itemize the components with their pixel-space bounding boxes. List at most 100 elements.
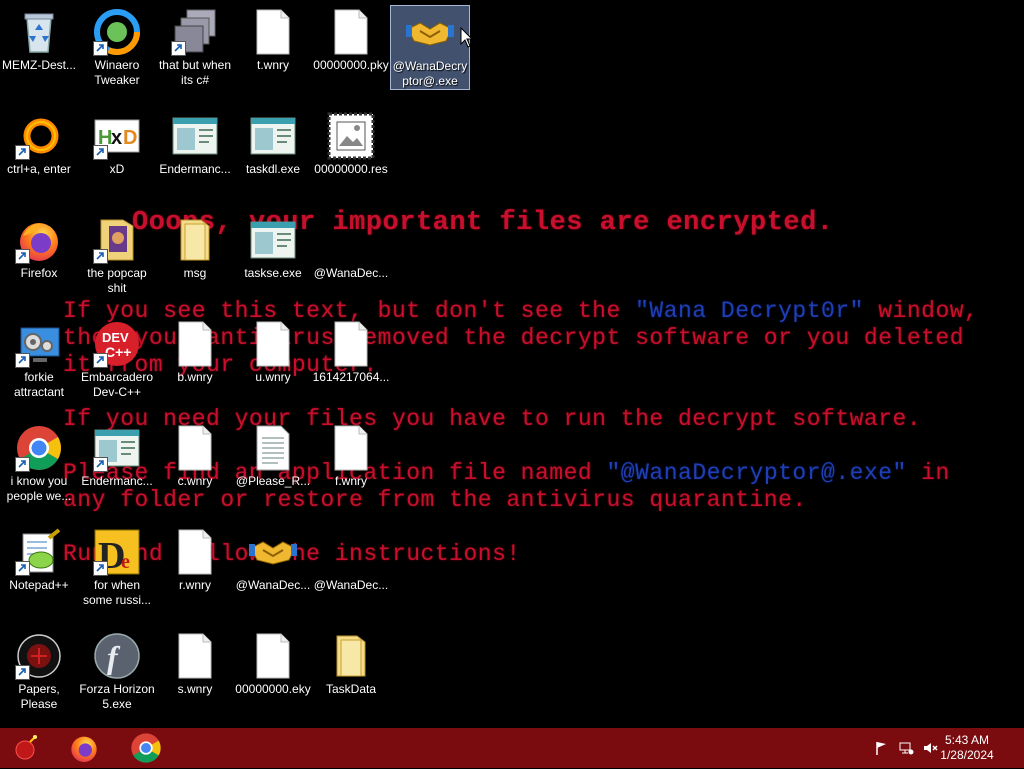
application-window-icon (171, 112, 219, 160)
svg-text:C++: C++ (105, 344, 131, 360)
folder-icon (171, 216, 219, 264)
blank-file-icon (249, 320, 297, 368)
shortcut-arrow-icon (93, 457, 108, 472)
blank-file-icon (327, 320, 375, 368)
desktop-icon-ctrl-a-enter[interactable]: ctrl+a, enter (0, 104, 78, 177)
desktop-icon-res[interactable]: 00000000.res (312, 104, 390, 177)
svg-text:D: D (123, 127, 137, 149)
shortcut-arrow-icon (15, 249, 30, 264)
desktop-icon-i-know-you[interactable]: i know you people we... (0, 416, 78, 504)
flag-icon[interactable] (874, 740, 890, 756)
svg-text:DEV: DEV (102, 330, 129, 345)
shortcut-arrow-icon (93, 41, 108, 56)
application-window-icon (93, 424, 141, 472)
blank-slot-icon (327, 528, 375, 576)
desktop-icon-c-wnry[interactable]: c.wnry (156, 416, 234, 489)
folder-icon (93, 216, 141, 264)
gear-monitor-icon (15, 320, 63, 368)
folder-icon (327, 632, 375, 680)
desktop-icon-firefox[interactable]: Firefox (0, 208, 78, 281)
orange-ring-icon (15, 112, 63, 160)
chrome-icon (130, 732, 162, 769)
blank-file-icon (327, 8, 375, 56)
winaero-tweaker-icon (93, 8, 141, 56)
desktop-icon-please-read[interactable]: @Please_R... (234, 416, 312, 489)
desktop-icon-devcpp[interactable]: DEV C++ Embarcadero Dev-C++ (78, 312, 156, 400)
desktop-icon-forza[interactable]: f Forza Horizon 5.exe (78, 624, 156, 712)
notepad-plus-icon (15, 528, 63, 576)
desktop-icon-wanadec-4[interactable]: @WanaDec... (312, 520, 390, 593)
desktop-icon-wanadec-3[interactable]: @WanaDec... (234, 520, 312, 593)
desktop-icon-notepad-plus[interactable]: Notepad++ (0, 520, 78, 593)
papers-please-icon (15, 632, 63, 680)
shortcut-arrow-icon (15, 561, 30, 576)
desktop-icon-papers-please[interactable]: Papers, Please (0, 624, 78, 712)
blank-file-icon (171, 632, 219, 680)
desktop-icon-pky[interactable]: 00000000.pky (312, 0, 390, 73)
firefox-icon (68, 732, 100, 769)
desktop-icon-taskdata[interactable]: TaskData (312, 624, 390, 697)
desktop-icon-eky[interactable]: 00000000.eky (234, 624, 312, 697)
svg-text:e: e (121, 551, 130, 573)
bomb-icon (12, 734, 40, 767)
stacked-windows-icon (171, 8, 219, 56)
desktop-icon-msg[interactable]: msg (156, 208, 234, 281)
wallpaper-line-6: any folder or restore from the antivirus… (63, 487, 807, 513)
taskbar-clock[interactable]: 5:43 AM 1/28/2024 (932, 733, 1002, 763)
application-window-icon (249, 112, 297, 160)
blank-file-icon (327, 424, 375, 472)
handshake-icon (406, 9, 454, 57)
start-button[interactable] (4, 731, 48, 765)
svg-text:x: x (111, 127, 122, 149)
desktop-icon-s-wnry[interactable]: s.wnry (156, 624, 234, 697)
blank-file-icon (171, 320, 219, 368)
shortcut-arrow-icon (93, 249, 108, 264)
desktop-icon-forkie[interactable]: forkie attractant (0, 312, 78, 400)
recycle-bin-icon (15, 8, 63, 56)
blank-slot-icon (327, 216, 375, 264)
dev-cpp-icon: DEV C++ (93, 320, 141, 368)
desktop-icon-endermanch-1[interactable]: Endermanc... (156, 104, 234, 177)
shortcut-arrow-icon (93, 353, 108, 368)
blank-file-icon (171, 424, 219, 472)
desktop-icon-r-wnry[interactable]: r.wnry (156, 520, 234, 593)
shortcut-arrow-icon (15, 353, 30, 368)
desktop-icon-wanadecryptor-exe[interactable]: @WanaDecryptor@.exe (390, 5, 470, 90)
firefox-icon (15, 216, 63, 264)
desktop-icon-for-when[interactable]: De for when some russi... (78, 520, 156, 608)
text-file-icon (249, 424, 297, 472)
flash-player-icon: f (93, 632, 141, 680)
desktop-icon-that-but-csharp[interactable]: that but when its c# (156, 0, 234, 88)
desktop-icon-xd[interactable]: HxD xD (78, 104, 156, 177)
desktop-icon-popcap[interactable]: the popcap shit (78, 208, 156, 296)
shortcut-arrow-icon (93, 561, 108, 576)
blank-file-icon (171, 528, 219, 576)
shortcut-arrow-icon (171, 41, 186, 56)
handshake-icon (249, 528, 297, 576)
blank-file-icon (249, 8, 297, 56)
network-icon[interactable] (898, 740, 914, 756)
taskbar-chrome[interactable] (124, 731, 168, 765)
desktop-icon-endermanch-2[interactable]: Endermanc... (78, 416, 156, 489)
desktop-icon-taskdl[interactable]: taskdl.exe (234, 104, 312, 177)
desktop-icon-u-wnry[interactable]: u.wnry (234, 312, 312, 385)
delphi-icon: De (93, 528, 141, 577)
shortcut-arrow-icon (15, 145, 30, 160)
clock-date: 1/28/2024 (940, 748, 994, 762)
shortcut-arrow-icon (15, 457, 30, 472)
clock-time: 5:43 AM (944, 733, 990, 747)
shortcut-arrow-icon (15, 665, 30, 680)
desktop-icon-f-wnry[interactable]: f.wnry (312, 416, 390, 489)
shortcut-arrow-icon (93, 145, 108, 160)
chrome-icon (15, 424, 63, 472)
desktop-icon-t-wnry[interactable]: t.wnry (234, 0, 312, 73)
taskbar-firefox[interactable] (62, 731, 106, 765)
taskbar: 5:43 AM 1/28/2024 (0, 728, 1024, 768)
desktop-icon-memz[interactable]: MEMZ-Dest... (0, 0, 78, 73)
desktop-icon-1614217064[interactable]: 1614217064... (312, 312, 390, 385)
blank-file-icon (249, 632, 297, 680)
desktop-icon-wanadec-1[interactable]: @WanaDec... (312, 208, 390, 281)
desktop-icon-taskse[interactable]: taskse.exe (234, 208, 312, 281)
desktop-icon-winaero[interactable]: Winaero Tweaker (78, 0, 156, 88)
desktop-icon-b-wnry[interactable]: b.wnry (156, 312, 234, 385)
